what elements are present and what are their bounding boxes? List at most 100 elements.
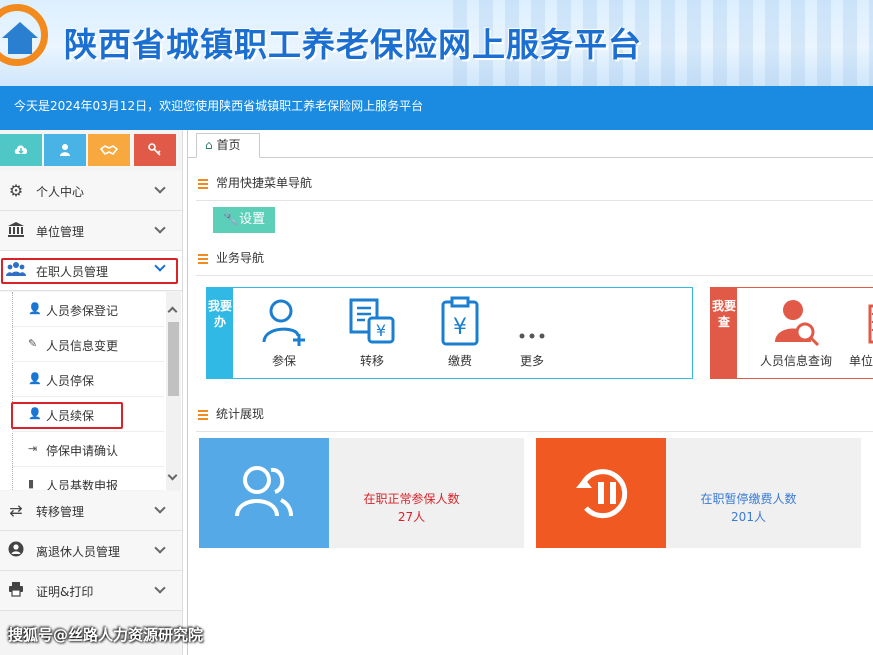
sign-out-icon: ⇥ [28,442,38,455]
sidebar-item-unit-management[interactable]: 单位管理 [0,211,182,251]
sidebar-item-print[interactable]: 证明&打印 [0,571,182,611]
transfer-icon: ⇄ [9,501,23,520]
sidebar-item-label: 离退休人员管理 [36,545,121,559]
submenu-item-label: 人员参保登记 [46,304,119,318]
chevron-down-icon [154,581,170,595]
stat-card-paused-payment[interactable]: 在职暂停缴费人数 201人 [536,438,861,548]
biz-item-unit-query[interactable]: 单位 [845,296,873,376]
divider [196,275,873,276]
list-icon [198,177,208,191]
submenu-item-info-change[interactable]: ✎ 人员信息变更 [12,327,164,362]
sidebar-item-label: 单位管理 [36,225,85,239]
user-add-icon: 👤 [28,302,42,315]
sidebar-item-label: 转移管理 [36,505,85,519]
user-icon [60,144,70,156]
sidebar-item-retiree[interactable]: 离退休人员管理 [0,531,182,571]
site-header: 陕西省城镇职工养老保险网上服务平台 [0,0,873,86]
stat-icon-box [536,438,666,548]
more-dots-icon [519,333,545,339]
cloud-download-icon [14,145,28,155]
edit-icon: ✎ [28,337,38,350]
renew-item-highlight [11,402,123,429]
stat-label: 在职正常参保人数 [363,492,460,506]
submenu-item-base-declaration[interactable]: ▮ 人员基数申报 [12,467,164,490]
biz-item-more[interactable]: 更多 [497,296,567,376]
user-suspend-icon: 👤 [28,372,42,385]
sidebar-item-label: 个人中心 [36,185,85,199]
stat-text: 在职正常参保人数 27人 [329,490,494,526]
biz-item-person-query[interactable]: 人员信息查询 [753,296,839,376]
biz-item-payment[interactable]: ¥ 缴费 [425,296,495,376]
cloud-download-button[interactable] [0,134,42,166]
gear-icon: ⚙ [8,181,24,200]
stat-label: 在职暂停缴费人数 [700,492,797,506]
scroll-down-icon[interactable] [167,468,178,482]
chevron-down-icon [154,541,170,555]
divider [196,431,873,432]
submenu-item-label: 人员信息变更 [46,339,119,353]
transfer-doc-icon: ¥ [349,298,395,344]
key-icon [148,143,161,156]
users-icon [235,466,293,517]
book-icon: ▮ [28,477,35,490]
divider [196,200,873,201]
section-business-title: 业务导航 [198,249,264,266]
retiree-icon [6,541,26,561]
stat-card-normal-insured[interactable]: 在职正常参保人数 27人 [199,438,524,548]
logo-house-body [8,38,32,54]
logo-house-roof [2,22,38,38]
tab-label: 首页 [216,138,241,152]
tab-bar: ⌂ 首页 [188,130,873,158]
submenu-item-enroll[interactable]: 👤 人员参保登记 [12,292,164,327]
app-window: 陕西省城镇职工养老保险网上服务平台 今天是2024年03月12日，欢迎您使用陕西… [0,0,873,655]
chevron-down-icon [154,181,170,195]
sidebar-item-transfer[interactable]: ⇄ 转移管理 [0,491,182,531]
box-tag-query: 我要查 [711,288,737,378]
user-add-icon [262,299,305,346]
tab-home[interactable]: ⌂ 首页 [196,133,260,158]
stat-text: 在职暂停缴费人数 201人 [666,490,831,526]
user-button[interactable] [44,134,86,166]
quick-buttons [0,134,183,168]
box-i-want-to-handle: 我要办 参保 ¥ 转移 ¥ 缴费 更多 [206,287,693,379]
building-query-icon [868,304,873,344]
section-stats-title: 统计展现 [198,405,264,422]
submenu-employee: 👤 人员参保登记 ✎ 人员信息变更 👤 人员停保 👤 人员续保 ⇥ 停保申请确认… [0,292,182,490]
submenu-item-suspend[interactable]: 👤 人员停保 [12,362,164,397]
active-menu-highlight [1,258,178,284]
submenu-item-label: 人员基数申报 [46,479,119,490]
submenu-item-suspend-confirm[interactable]: ⇥ 停保申请确认 [12,432,164,467]
chevron-down-icon [154,221,170,235]
building-icon [6,221,26,241]
handshake-icon [99,145,119,156]
list-icon [198,408,208,422]
payment-clipboard-icon: ¥ [441,296,479,346]
site-title: 陕西省城镇职工养老保险网上服务平台 [64,25,642,64]
main-content: ⌂ 首页 常用快捷菜单导航 🔧设置 业务导航 我要办 参保 ¥ 转移 ¥ 缴费 … [187,130,873,655]
box-i-want-to-query: 我要查 人员信息查询 单位 [710,287,873,379]
list-icon [198,252,208,266]
watermark: 搜狐号@丝路人力资源研究院 [8,626,204,644]
settings-button[interactable]: 🔧设置 [213,207,275,233]
submenu-scrollbar[interactable] [166,292,181,490]
sidebar-item-personal-center[interactable]: ⚙ 个人中心 [0,171,182,211]
biz-item-transfer[interactable]: ¥ 转移 [337,296,407,376]
sidebar-item-label: 证明&打印 [36,585,94,599]
submenu-item-label: 人员停保 [46,374,95,388]
user-search-icon [775,300,820,346]
home-icon: ⌂ [205,138,213,152]
key-button[interactable] [134,134,176,166]
sidebar: ⚙ 个人中心 单位管理 在职人员管理 👤 人员参保登记 ✎ 人员信息变更 👤 人… [0,130,183,655]
box-tag-handle: 我要办 [207,288,233,378]
printer-icon [6,581,26,601]
biz-item-enroll[interactable]: 参保 [249,296,319,376]
scrollbar-thumb[interactable] [168,322,179,396]
stat-value: 201人 [731,510,766,524]
handshake-button[interactable] [88,134,130,166]
scroll-up-icon[interactable] [167,304,178,318]
welcome-banner: 今天是2024年03月12日，欢迎您使用陕西省城镇职工养老保险网上服务平台 [0,86,873,130]
svg-text:¥: ¥ [453,315,467,340]
section-shortcut-title: 常用快捷菜单导航 [198,174,312,191]
stat-value: 27人 [397,510,426,524]
submenu-item-label: 停保申请确认 [46,444,119,458]
